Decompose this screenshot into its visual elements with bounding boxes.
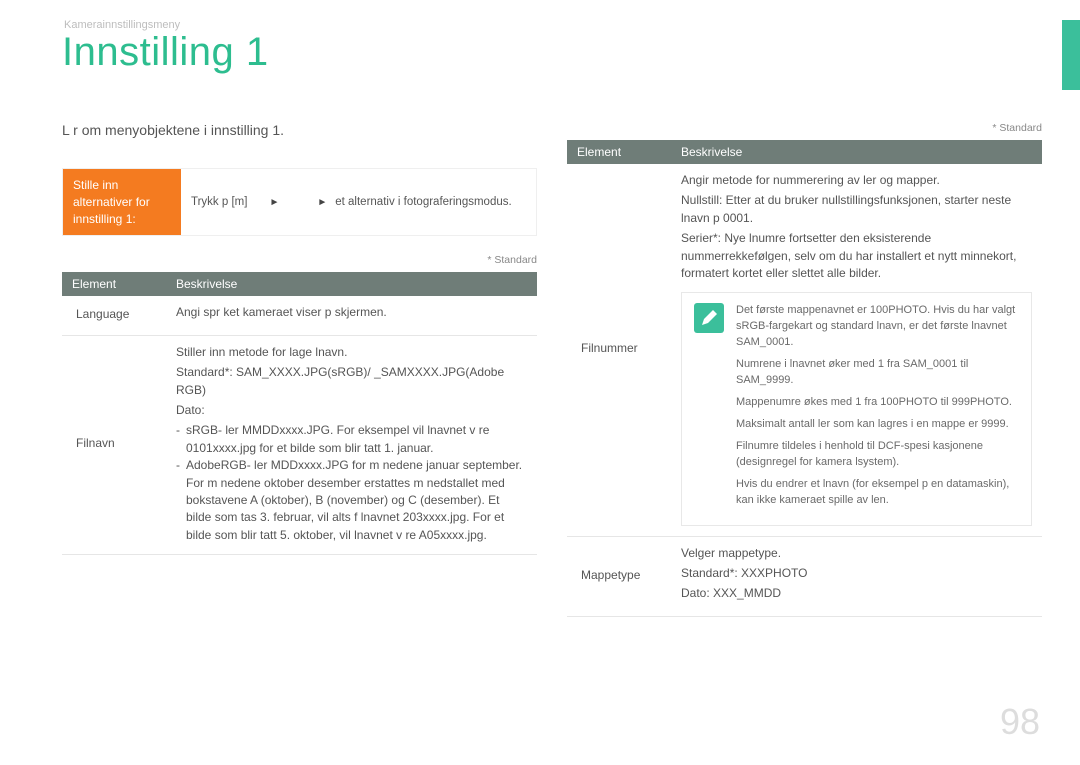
- col-header-description: Beskrivelse: [166, 272, 537, 296]
- cell-element: Language: [62, 296, 166, 335]
- page-number: 98: [1000, 701, 1040, 743]
- note-line: Hvis du endrer et lnavn (for eksempel p …: [736, 477, 1021, 509]
- desc-line: Dato: XXX_MMDD: [681, 585, 1032, 602]
- desc-line: Stiller inn metode for lage lnavn.: [176, 344, 527, 361]
- standard-note: * Standard: [62, 254, 537, 266]
- desc-line: Standard*: XXXPHOTO: [681, 565, 1032, 582]
- page-title: Innstilling 1: [62, 30, 269, 75]
- col-header-description: Beskrivelse: [671, 140, 1042, 164]
- cell-element: Filnavn: [62, 335, 166, 554]
- cell-description: Velger mappetype. Standard*: XXXPHOTO Da…: [671, 536, 1042, 616]
- desc-dash: AdobeRGB- ler MDDxxxx.JPG for m nedene j…: [186, 457, 527, 544]
- pen-icon: [694, 303, 724, 333]
- note-box: Det første mappenavnet er 100PHOTO. Hvis…: [681, 292, 1032, 525]
- left-column: L r om menyobjektene i innstilling 1. St…: [62, 122, 537, 617]
- desc-line: Angi spr ket kameraet viser p skjermen.: [176, 304, 527, 321]
- desc-line: Serier*: Nye lnumre fortsetter den eksis…: [681, 230, 1032, 282]
- desc-dash: sRGB- ler MMDDxxxx.JPG. For eksempel vil…: [186, 422, 527, 457]
- note-line: Filnumre tildeles i henhold til DCF-spes…: [736, 439, 1021, 471]
- settings-table-left: Element Beskrivelse Language Angi spr ke…: [62, 272, 537, 555]
- standard-note: * Standard: [567, 122, 1042, 134]
- cell-description: Angir metode for nummerering av ler og m…: [671, 164, 1042, 536]
- settings-table-right: Element Beskrivelse Filnummer Angir meto…: [567, 140, 1042, 617]
- instruction-label: Stille inn alternativer for innstilling …: [63, 169, 181, 235]
- note-line: Det første mappenavnet er 100PHOTO. Hvis…: [736, 303, 1021, 351]
- cell-element: Filnummer: [567, 164, 671, 536]
- cell-description: Stiller inn metode for lage lnavn. Stand…: [166, 335, 537, 554]
- note-line: Mappenumre økes med 1 fra 100PHOTO til 9…: [736, 395, 1021, 411]
- arrow-icon: ►: [317, 197, 327, 208]
- instruction-row: Stille inn alternativer for innstilling …: [62, 168, 537, 236]
- col-header-element: Element: [567, 140, 671, 164]
- page-section-tab: [1062, 20, 1080, 90]
- cell-description: Angi spr ket kameraet viser p skjermen.: [166, 296, 537, 335]
- instruction-part1: Trykk p [m]: [191, 196, 247, 208]
- desc-line: Dato:: [176, 402, 527, 419]
- instruction-body: Trykk p [m] ► ► et alternativ i fotograf…: [181, 169, 536, 235]
- desc-line: Angir metode for nummerering av ler og m…: [681, 172, 1032, 189]
- table-row: Mappetype Velger mappetype. Standard*: X…: [567, 536, 1042, 616]
- table-row: Filnummer Angir metode for nummerering a…: [567, 164, 1042, 536]
- col-header-element: Element: [62, 272, 166, 296]
- note-line: Numrene i lnavnet øker med 1 fra SAM_000…: [736, 357, 1021, 389]
- note-line: Maksimalt antall ler som kan lagres i en…: [736, 417, 1021, 433]
- desc-line: Nullstill: Etter at du bruker nullstilli…: [681, 192, 1032, 227]
- right-column: * Standard Element Beskrivelse Filnummer…: [567, 122, 1042, 617]
- cell-element: Mappetype: [567, 536, 671, 616]
- table-row: Filnavn Stiller inn metode for lage lnav…: [62, 335, 537, 554]
- intro-text: L r om menyobjektene i innstilling 1.: [62, 122, 537, 138]
- instruction-part2: et alternativ i fotograferingsmodus.: [335, 196, 511, 208]
- desc-line: Velger mappetype.: [681, 545, 1032, 562]
- table-row: Language Angi spr ket kameraet viser p s…: [62, 296, 537, 335]
- arrow-icon: ►: [269, 197, 279, 208]
- desc-line: Standard*: SAM_XXXX.JPG(sRGB)/ _SAMXXXX.…: [176, 364, 527, 399]
